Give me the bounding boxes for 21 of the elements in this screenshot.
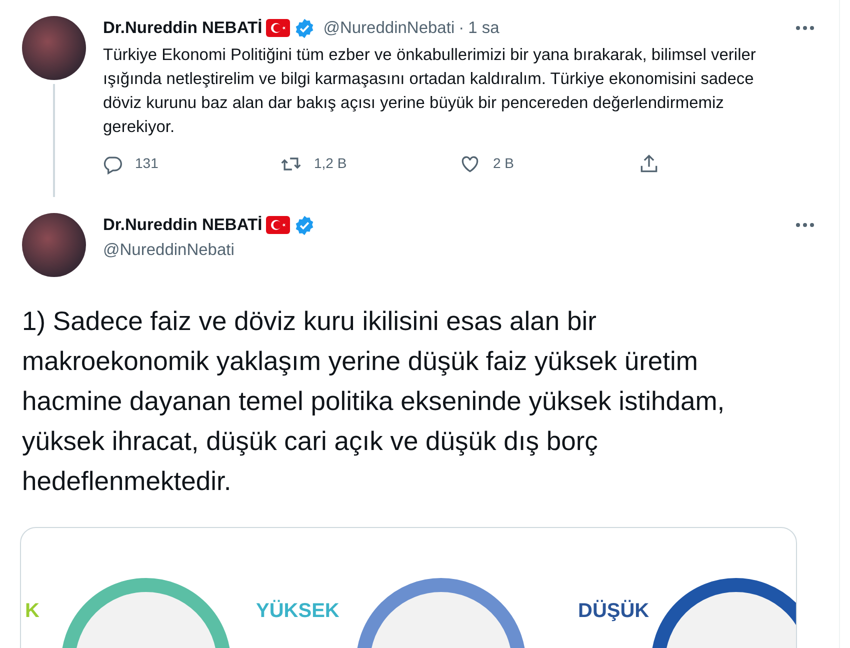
infographic-image[interactable]: K YÜKSEK DÜŞÜK: [20, 526, 797, 648]
author-handle[interactable]: @NureddinNebati: [323, 16, 455, 41]
infographic-label: YÜKSEK: [256, 598, 340, 624]
turkish-flag-icon: [266, 216, 290, 234]
author-name[interactable]: Dr.Nureddin NEBATİ: [103, 212, 262, 238]
author-name[interactable]: Dr.Nureddin NEBATİ: [103, 16, 262, 41]
reply-button[interactable]: 131: [101, 152, 280, 175]
tweet-text: Türkiye Ekonomi Politiğini tüm ezber ve önkabullerimizi bir yana bırakarak, bilimsel veriler ışığında netleştirelim ve bilgi karmaşasını ortadan kaldıralım. Türkiye ekonomisini sadece döviz kurunu baz alan dar bakış açısı yerine büyük bir pencereden değerlendirmemiz gerekiyor.: [103, 44, 757, 138]
tweet-text: 1) Sadece faiz ve döviz kuru ikilisini esas alan bir makroekonomik yaklaşım yerine düşük faiz yüksek üretim hacmine dayanan temel politika ekseninde yüksek istihdam, yüksek ihracat, düşük cari açık ve düşük dış borç hedeflenmektedir.: [21, 304, 726, 498]
action-count: 131: [135, 154, 158, 174]
infographic-label: K: [25, 598, 40, 624]
turkish-flag-icon: [266, 19, 290, 38]
retweet-button[interactable]: 1,2 B: [280, 152, 459, 175]
action-count: 1,2 B: [314, 154, 347, 174]
share-icon: [638, 152, 660, 175]
separator-dot: ·: [458, 18, 464, 39]
author-handle[interactable]: @NureddinNebati: [103, 238, 817, 262]
action-count: 2 B: [493, 154, 514, 174]
tweet-time[interactable]: 1 sa: [468, 16, 500, 41]
infographic-label: DÜŞÜK: [578, 598, 650, 624]
like-button[interactable]: 2 B: [459, 152, 638, 175]
